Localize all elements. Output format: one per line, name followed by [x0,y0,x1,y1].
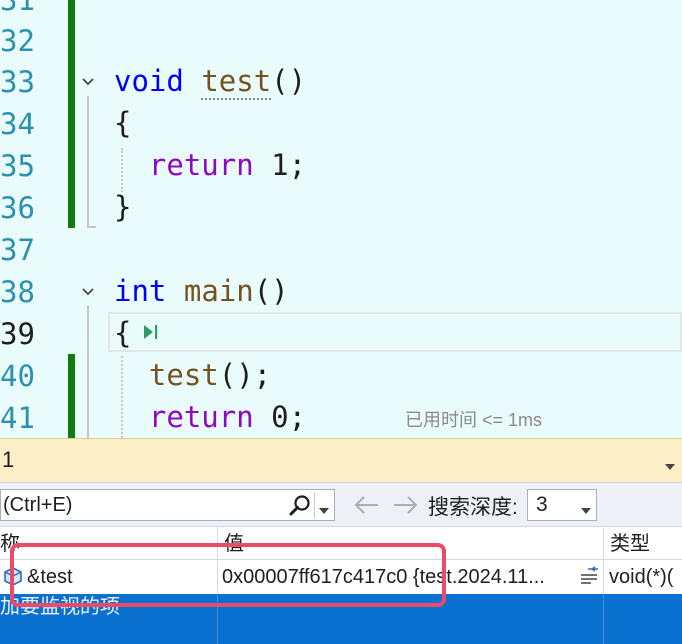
code-line: { [114,106,132,140]
line-number: 38 [0,275,34,309]
column-divider [603,594,604,644]
function-name: test [148,358,219,392]
watch-panel-title-bar[interactable]: 1 [0,438,682,482]
code-text: 0; [253,400,307,434]
change-bar [68,0,75,228]
code-editor[interactable]: 31 32 33 34 35 36 37 38 39 40 41 void te… [0,0,682,438]
code-line: { [114,316,132,350]
search-input[interactable] [1,490,283,520]
line-number: 32 [0,24,34,58]
search-depth-select[interactable]: 3 [527,489,597,521]
line-number: 34 [0,107,34,141]
code-text: (); [218,358,272,392]
current-line-highlight [108,312,682,352]
search-icon[interactable] [288,494,312,518]
code-text: 1; [253,148,307,182]
keyword: return [148,148,254,182]
chevron-down-icon[interactable] [580,501,592,514]
visualizer-icon[interactable] [578,566,600,588]
column-divider[interactable] [603,527,604,559]
change-bar [68,354,75,438]
line-number: 36 [0,191,34,225]
function-name[interactable]: test [201,64,272,100]
watch-toolbar: 搜索深度: 3 [0,482,682,526]
collapse-chevron-icon[interactable] [80,284,96,300]
function-name: main [183,274,254,308]
scope-bracket [87,96,89,228]
line-number: 35 [0,149,34,183]
run-to-click-icon[interactable] [141,322,161,342]
search-depth-value: 3 [536,493,548,516]
watch-panel-title: 1 [2,447,15,472]
scope-bracket [87,226,96,228]
code-line: return 1; [114,144,306,186]
scope-bracket [87,306,89,438]
search-forward-arrow-icon[interactable] [392,493,420,517]
keyword: int [114,274,167,308]
annotation-highlight-box [10,543,446,607]
punctuation: () [271,64,307,98]
search-depth-label: 搜索深度: [428,496,518,519]
column-header-type[interactable]: 类型 [610,527,682,559]
code-line: } [114,190,132,224]
line-number: 41 [0,401,34,435]
collapse-chevron-icon[interactable] [80,74,96,90]
code-line: int main() [114,270,289,312]
watch-type-cell[interactable]: void(*)( [609,560,682,594]
keyword: return [148,400,254,434]
punctuation: () [253,274,289,308]
chevron-down-icon[interactable] [318,501,330,514]
column-divider [603,560,604,594]
search-box[interactable] [0,489,335,521]
code-line: void test() [114,60,306,102]
line-number: 33 [0,65,34,99]
code-line: return 0; [114,396,306,438]
code-line: test(); [114,354,271,396]
search-back-arrow-icon[interactable] [352,493,380,517]
divider [314,492,315,518]
line-number-current: 39 [0,317,34,351]
line-number: 40 [0,359,34,393]
elapsed-time-hint: 已用时间 <= 1ms [405,410,543,430]
line-number: 37 [0,233,34,267]
keyword: void [114,64,184,98]
chevron-down-icon[interactable] [664,457,676,470]
line-number: 31 [0,0,34,17]
